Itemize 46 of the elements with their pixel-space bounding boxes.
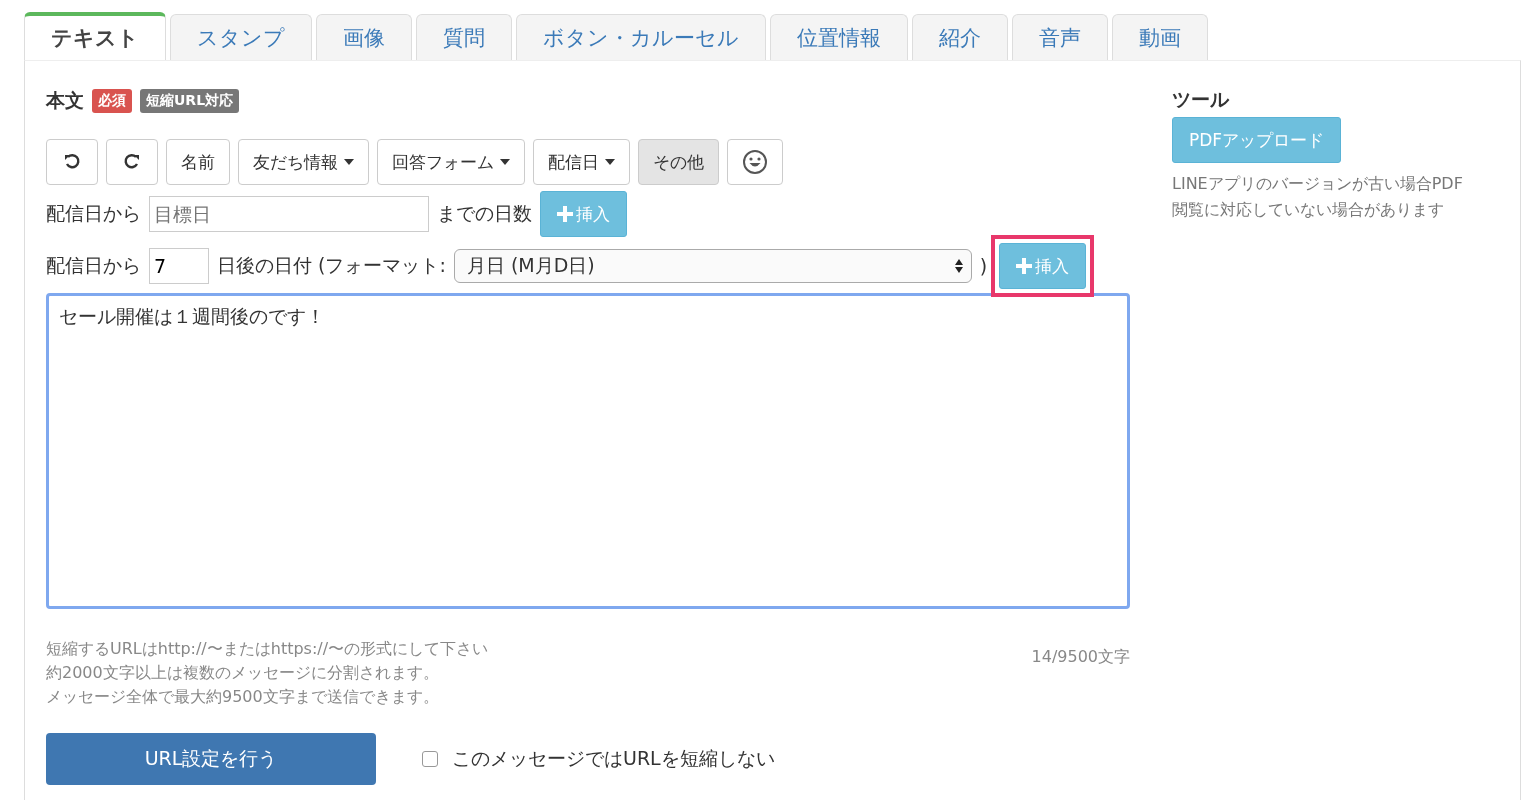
tools-title: ツール [1172, 87, 1230, 112]
tab[interactable]: スタンプ [170, 14, 312, 60]
help-text: 閲覧に対応していない場合があります [1172, 199, 1445, 221]
redo-button[interactable] [106, 139, 158, 185]
days-field[interactable]: 7 [149, 248, 209, 284]
field-label: までの日数 [437, 201, 532, 226]
emoji-button[interactable] [727, 139, 783, 185]
label-badge: 必須 [92, 89, 132, 113]
field-label: 配信日から [46, 253, 141, 278]
dropdown-button[interactable]: 配信日 [533, 139, 630, 185]
tab[interactable]: ボタン・カルーセル [516, 14, 766, 60]
message-textarea[interactable]: セール開催は１週間後のです！ [46, 293, 1130, 609]
label-badge: 短縮URL対応 [140, 89, 240, 113]
caret-icon [500, 159, 510, 165]
checkbox-label: このメッセージではURLを短縮しない [452, 746, 775, 771]
character-counter: 14/9500文字 [1031, 647, 1130, 668]
url-settings-button[interactable]: URL設定を行う [46, 733, 376, 785]
tab[interactable]: 紹介 [912, 14, 1008, 60]
caret-icon [605, 159, 615, 165]
help-text: 約2000文字以上は複数のメッセージに分割されます。 [46, 662, 440, 684]
help-text: LINEアプリのバージョンが古い場合PDF [1172, 173, 1463, 195]
smiley-icon [742, 149, 768, 175]
target-date-field[interactable]: 目標日 [149, 196, 429, 232]
tab[interactable]: 画像 [316, 14, 412, 60]
insert-option-button[interactable]: 名前 [166, 139, 230, 185]
checkbox[interactable] [422, 751, 438, 767]
updown-icon [954, 259, 963, 273]
tab[interactable]: テキスト [24, 12, 166, 60]
field-label: 日後の日付 (フォーマット: [217, 253, 446, 278]
field-label: ) [979, 255, 988, 277]
tab[interactable]: 音声 [1012, 14, 1108, 60]
tab[interactable]: 位置情報 [770, 14, 908, 60]
section-title: 本文 [46, 88, 84, 113]
tab[interactable]: 動画 [1112, 14, 1208, 60]
dropdown-button[interactable]: 回答フォーム [377, 139, 525, 185]
format-select[interactable]: 月日 (M月D日) [453, 249, 972, 283]
insert-option-button[interactable]: その他 [638, 139, 719, 185]
help-text: 短縮するURLはhttp://〜またはhttps://〜の形式にして下さい [46, 638, 489, 660]
tab[interactable]: 質問 [416, 14, 512, 60]
caret-icon [344, 159, 354, 165]
help-text: メッセージ全体で最大約9500文字まで送信できます。 [46, 686, 440, 708]
field-label: 配信日から [46, 201, 141, 226]
undo-button[interactable] [46, 139, 98, 185]
undo-icon [63, 153, 81, 171]
dropdown-button[interactable]: 友だち情報 [238, 139, 369, 185]
redo-icon [123, 153, 141, 171]
